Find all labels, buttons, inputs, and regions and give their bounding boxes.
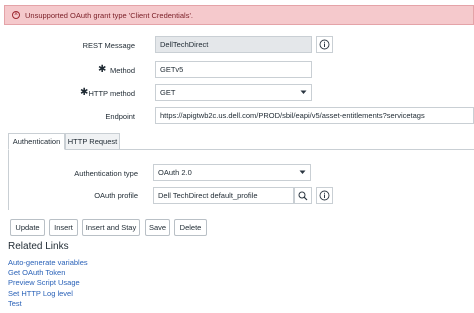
auth-type-select[interactable]: OAuth 2.0 (153, 164, 311, 181)
error-banner: × Unsupported OAuth grant type 'Client C… (4, 5, 474, 25)
auth-type-value: OAuth 2.0 (158, 168, 192, 177)
chevron-down-icon (299, 170, 306, 174)
endpoint-input[interactable]: https://apigtwb2c.us.dell.com/PROD/sbil/… (155, 107, 474, 124)
tab-http-request[interactable]: HTTP Request (65, 133, 120, 150)
info-icon (319, 190, 330, 201)
link-set-http-log-level[interactable]: Set HTTP Log level (8, 289, 73, 298)
info-button[interactable] (316, 36, 333, 53)
link-auto-generate-variables[interactable]: Auto-generate variables (8, 258, 88, 267)
rest-message-field[interactable]: DellTechDirect (155, 36, 312, 53)
insert-and-stay-button[interactable]: Insert and Stay (82, 219, 140, 236)
rest-message-label: REST Message (82, 41, 135, 50)
save-button[interactable]: Save (145, 219, 170, 236)
search-icon (298, 191, 308, 200)
tab-authentication[interactable]: Authentication (8, 133, 65, 150)
link-test[interactable]: Test (8, 299, 22, 308)
http-method-label: HTTP method (88, 89, 135, 98)
method-input[interactable]: GETv5 (155, 61, 312, 78)
close-circle-icon[interactable]: × (12, 11, 20, 19)
info-icon (319, 39, 330, 50)
link-preview-script-usage[interactable]: Preview Script Usage (8, 278, 80, 287)
info-button[interactable] (316, 187, 333, 204)
tab-panel-border (8, 150, 9, 210)
delete-button[interactable]: Delete (174, 219, 207, 236)
related-links-title: Related Links (8, 241, 69, 252)
method-label: Method (109, 66, 135, 75)
insert-button[interactable]: Insert (49, 219, 78, 236)
http-method-value: GET (160, 88, 176, 97)
oauth-profile-input[interactable]: Dell TechDirect default_profile (153, 187, 294, 204)
auth-type-label: Authentication type (74, 169, 138, 178)
oauth-profile-label: OAuth profile (94, 191, 138, 200)
http-method-select[interactable]: GET (155, 84, 312, 101)
lookup-button[interactable] (294, 187, 312, 204)
update-button[interactable]: Update (10, 219, 45, 236)
chevron-down-icon (300, 90, 307, 94)
error-message: Unsupported OAuth grant type 'Client Cre… (25, 11, 193, 20)
link-get-oauth-token[interactable]: Get OAuth Token (8, 268, 65, 277)
endpoint-label: Endpoint (105, 112, 135, 121)
